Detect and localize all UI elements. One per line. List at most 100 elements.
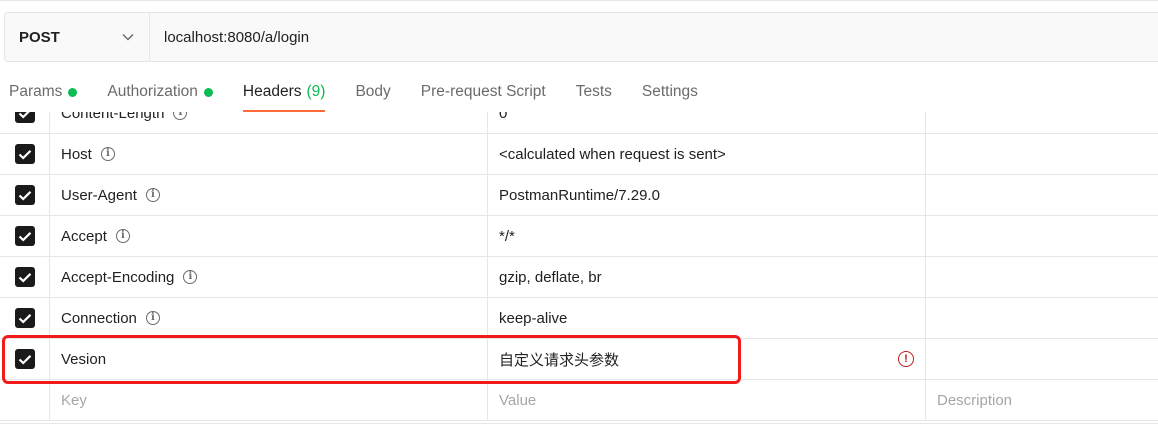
tab-label: Tests xyxy=(575,83,612,100)
chevron-down-icon xyxy=(121,30,135,44)
header-key[interactable]: User-Agent i xyxy=(50,175,488,215)
info-icon[interactable]: i xyxy=(173,112,188,120)
info-icon[interactable]: i xyxy=(145,188,160,202)
key-placeholder: Key xyxy=(61,391,87,409)
tab-label: Pre-request Script xyxy=(420,83,546,100)
header-value-text: */* xyxy=(499,227,515,245)
header-key-text: Connection xyxy=(61,309,137,327)
tab-pre-request-script[interactable]: Pre-request Script xyxy=(421,72,546,112)
checkbox-cell xyxy=(0,216,50,256)
tab-label: Body xyxy=(355,83,391,100)
request-bar: POST localhost:8080/a/login xyxy=(4,12,1158,62)
tab-params[interactable]: Params xyxy=(9,72,78,112)
header-value[interactable]: gzip, deflate, br xyxy=(488,257,926,297)
tab-tests[interactable]: Tests xyxy=(576,72,612,112)
header-value[interactable]: keep-alive xyxy=(488,298,926,338)
checkbox-cell xyxy=(0,257,50,297)
url-input[interactable]: localhost:8080/a/login xyxy=(150,13,1158,61)
header-key[interactable]: Host i xyxy=(50,134,488,174)
checkbox[interactable] xyxy=(14,144,35,164)
description-input[interactable]: Description xyxy=(926,380,1158,420)
header-key[interactable]: Content-Length i xyxy=(50,112,488,133)
tab-label: Headers xyxy=(242,83,302,100)
table-row: Accept i */* xyxy=(0,216,1158,257)
header-key-text: Vesion xyxy=(61,350,107,368)
header-key[interactable]: Connection i xyxy=(50,298,488,338)
header-value[interactable]: 自定义请求头参数 ! xyxy=(488,339,926,379)
method-label: POST xyxy=(19,28,60,46)
header-description[interactable] xyxy=(926,216,1158,256)
checkbox[interactable] xyxy=(14,267,35,287)
tab-headers[interactable]: Headers (9) xyxy=(242,72,326,112)
checkbox-cell xyxy=(0,339,50,379)
header-key-text: Accept xyxy=(61,227,107,245)
value-placeholder: Value xyxy=(499,391,537,409)
table-row: User-Agent i PostmanRuntime/7.29.0 xyxy=(0,175,1158,216)
info-icon[interactable]: i xyxy=(100,147,115,161)
info-icon[interactable]: i xyxy=(145,311,160,325)
table-row: Accept-Encoding i gzip, deflate, br xyxy=(0,257,1158,298)
header-value-text: PostmanRuntime/7.29.0 xyxy=(499,186,660,204)
tab-label: Settings xyxy=(641,83,698,100)
tab-label: Params xyxy=(9,83,63,100)
checkbox[interactable] xyxy=(14,349,35,369)
header-value-text: keep-alive xyxy=(499,309,568,327)
header-key[interactable]: Accept i xyxy=(50,216,488,256)
checkbox[interactable] xyxy=(14,185,35,205)
header-key-text: Host xyxy=(61,145,92,163)
header-key[interactable]: Vesion xyxy=(50,339,488,379)
checkbox-cell xyxy=(0,380,50,420)
check-icon xyxy=(18,190,31,201)
checkbox[interactable] xyxy=(14,226,35,246)
header-value[interactable]: PostmanRuntime/7.29.0 xyxy=(488,175,926,215)
header-value-text: gzip, deflate, br xyxy=(499,268,602,286)
tab-label: Authorization xyxy=(107,83,198,100)
header-description[interactable] xyxy=(926,134,1158,174)
header-value-text: 0 xyxy=(499,112,508,122)
info-icon[interactable]: i xyxy=(115,229,130,243)
table-row: Host i <calculated when request is sent> xyxy=(0,134,1158,175)
status-dot-icon xyxy=(203,87,213,97)
check-icon xyxy=(18,272,31,283)
header-description[interactable] xyxy=(926,257,1158,297)
key-input[interactable]: Key xyxy=(50,380,488,420)
header-key-text: Accept-Encoding xyxy=(61,268,175,286)
table-row: Content-Length i 0 xyxy=(0,112,1158,134)
header-value[interactable]: */* xyxy=(488,216,926,256)
checkbox-cell xyxy=(0,298,50,338)
check-icon xyxy=(18,354,31,365)
method-select[interactable]: POST xyxy=(5,13,150,61)
header-description[interactable] xyxy=(926,175,1158,215)
header-description[interactable] xyxy=(926,112,1158,133)
checkbox-cell xyxy=(0,175,50,215)
header-key[interactable]: Accept-Encoding i xyxy=(50,257,488,297)
header-key-text: User-Agent xyxy=(61,186,137,204)
top-divider xyxy=(0,0,1158,1)
header-description[interactable] xyxy=(926,298,1158,338)
header-value[interactable]: 0 xyxy=(488,112,926,133)
check-icon xyxy=(18,149,31,160)
headers-table: Content-Length i 0 Host i <calculated wh… xyxy=(0,112,1158,424)
description-placeholder: Description xyxy=(937,391,1013,409)
request-tabs: Params Authorization Headers (9) Body Pr… xyxy=(0,72,1158,112)
tab-body[interactable]: Body xyxy=(355,72,390,112)
info-icon[interactable]: i xyxy=(183,270,198,284)
table-row: Connection i keep-alive xyxy=(0,298,1158,339)
tab-count: (9) xyxy=(306,83,326,100)
check-icon xyxy=(18,231,31,242)
value-input[interactable]: Value xyxy=(488,380,926,420)
checkbox[interactable] xyxy=(14,112,35,123)
tab-authorization[interactable]: Authorization xyxy=(107,72,213,112)
check-icon xyxy=(18,313,31,324)
header-value[interactable]: <calculated when request is sent> xyxy=(488,134,926,174)
warning-icon[interactable]: ! xyxy=(898,351,914,367)
header-value-text: <calculated when request is sent> xyxy=(499,145,726,163)
header-value-text: 自定义请求头参数 xyxy=(499,351,620,369)
tab-settings[interactable]: Settings xyxy=(642,72,698,112)
checkbox[interactable] xyxy=(14,308,35,328)
header-description[interactable] xyxy=(926,339,1158,379)
header-key-text: Content-Length xyxy=(61,112,165,122)
check-icon xyxy=(18,112,29,119)
status-dot-icon xyxy=(68,87,78,97)
checkbox-cell xyxy=(0,112,50,133)
